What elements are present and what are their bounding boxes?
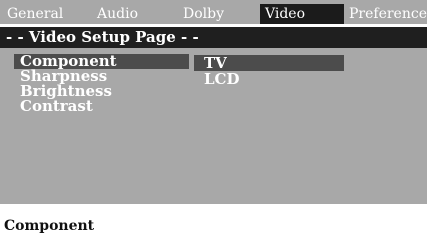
video-setup-screen: General Audio Dolby Video Preference - -… [0, 0, 427, 240]
option-lcd[interactable]: LCD [194, 71, 344, 87]
tab-general[interactable]: General [2, 4, 92, 24]
tab-video[interactable]: Video [260, 4, 344, 24]
tab-audio[interactable]: Audio [92, 4, 178, 24]
tab-dolby[interactable]: Dolby [178, 4, 260, 24]
option-list: TV LCD [194, 55, 344, 87]
status-text: Component [0, 204, 427, 240]
tab-preference[interactable]: Preference [344, 4, 427, 24]
tab-bar: General Audio Dolby Video Preference [0, 0, 427, 24]
page-title: - - Video Setup Page - - [0, 27, 427, 48]
option-tv[interactable]: TV [194, 55, 344, 71]
menu-item-contrast[interactable]: Contrast [14, 99, 189, 114]
setting-menu: Component Sharpness Brightness Contrast [14, 54, 189, 114]
settings-panel: Component Sharpness Brightness Contrast … [0, 48, 427, 204]
